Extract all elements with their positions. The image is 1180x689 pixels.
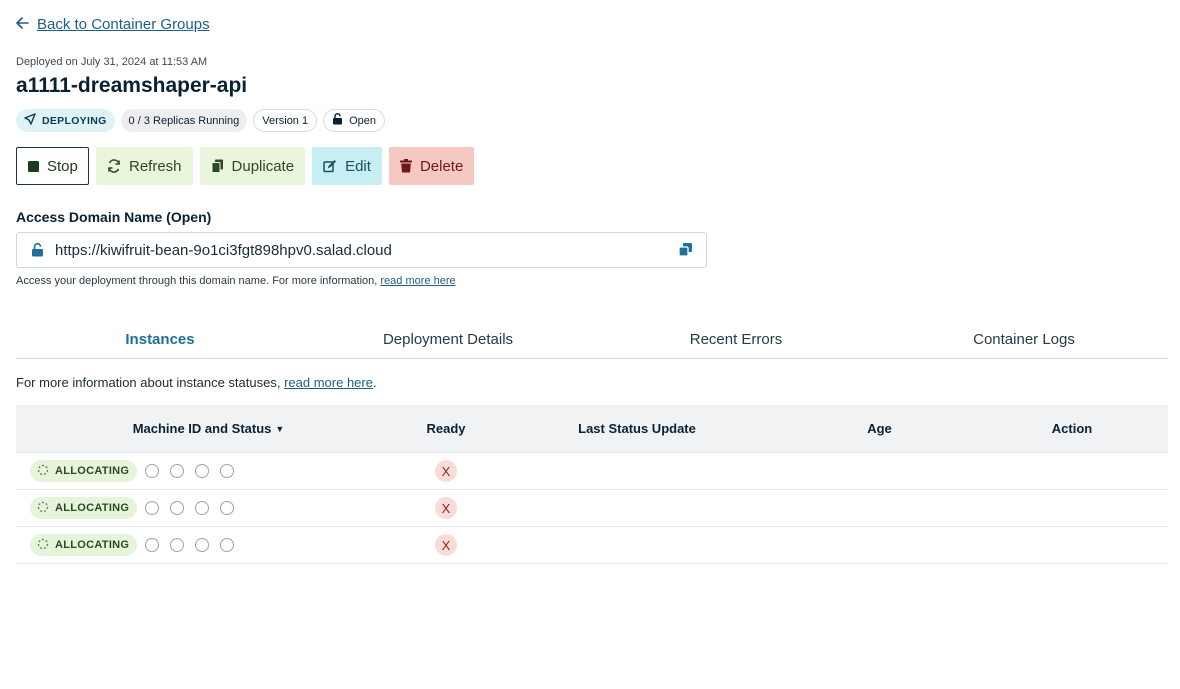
- ready-cell: X: [401, 460, 491, 482]
- machine-cell: ALLOCATING: [16, 497, 401, 519]
- access-label: Open: [349, 114, 377, 127]
- table-row: ALLOCATING X: [16, 490, 1168, 527]
- unlock-icon: [31, 242, 45, 257]
- edit-label: Edit: [345, 157, 371, 175]
- table-row: ALLOCATING X: [16, 527, 1168, 564]
- tab-instances[interactable]: Instances: [16, 322, 304, 358]
- column-header-last-status-update: Last Status Update: [578, 421, 696, 436]
- copy-icon: [211, 159, 224, 173]
- progress-dot: [220, 501, 235, 515]
- progress-dots: [145, 538, 235, 552]
- not-ready-icon: X: [435, 497, 457, 519]
- progress-dots: [145, 464, 235, 478]
- back-to-container-groups-link[interactable]: Back to Container Groups: [16, 16, 210, 33]
- domain-help-label: Access your deployment through this doma…: [16, 275, 378, 287]
- send-icon: [24, 113, 36, 128]
- access-domain-field: https://kiwifruit-bean-9o1ci3fgt898hpv0.…: [16, 232, 707, 268]
- progress-dot: [195, 464, 210, 478]
- column-header-action: Action: [1051, 421, 1093, 436]
- copy-url-icon[interactable]: [678, 242, 694, 258]
- status-badges: DEPLOYING 0 / 3 Replicas Running Version…: [16, 109, 386, 132]
- back-link-label[interactable]: Back to Container Groups: [37, 16, 210, 33]
- ready-cell: X: [401, 534, 491, 556]
- stop-button[interactable]: Stop: [16, 147, 89, 185]
- progress-dots: [145, 501, 235, 515]
- instance-read-more-link[interactable]: read more here: [284, 375, 373, 390]
- arrow-left-icon: [16, 17, 29, 32]
- sort-caret-icon[interactable]: ▼: [275, 424, 284, 434]
- refresh-label: Refresh: [129, 157, 182, 175]
- spinner-icon: [37, 464, 49, 479]
- allocating-label: ALLOCATING: [55, 465, 130, 477]
- progress-dot: [220, 538, 235, 552]
- tab-recent-errors[interactable]: Recent Errors: [592, 322, 880, 358]
- not-ready-icon: X: [435, 534, 457, 556]
- refresh-icon: [107, 159, 121, 173]
- progress-dot: [145, 538, 160, 552]
- instances-table: Machine ID and Status ▼ Ready Last Statu…: [16, 405, 1168, 564]
- column-header-machine[interactable]: Machine ID and Status ▼: [16, 421, 401, 436]
- edit-button[interactable]: Edit: [312, 147, 382, 185]
- deploying-label: DEPLOYING: [42, 114, 107, 127]
- table-row: ALLOCATING X: [16, 453, 1168, 490]
- progress-dot: [170, 501, 185, 515]
- column-header-machine-label: Machine ID and Status: [132, 421, 272, 436]
- tab-deployment-details[interactable]: Deployment Details: [304, 322, 592, 358]
- duplicate-label: Duplicate: [231, 157, 295, 175]
- progress-dot: [145, 464, 160, 478]
- page-title: a1111-dreamshaper-api: [16, 74, 248, 97]
- spinner-icon: [37, 501, 49, 516]
- unlock-icon: [332, 113, 343, 128]
- column-header-ready: Ready: [426, 421, 466, 436]
- allocating-status-badge: ALLOCATING: [30, 497, 138, 519]
- replicas-badge: 0 / 3 Replicas Running: [120, 109, 248, 132]
- deployed-timestamp: Deployed on July 31, 2024 at 11:53 AM: [16, 56, 208, 68]
- refresh-button[interactable]: Refresh: [96, 147, 193, 185]
- access-domain-url[interactable]: https://kiwifruit-bean-9o1ci3fgt898hpv0.…: [55, 242, 678, 259]
- delete-label: Delete: [419, 157, 464, 175]
- machine-cell: ALLOCATING: [16, 460, 401, 482]
- spinner-icon: [37, 538, 49, 553]
- stop-icon: [28, 160, 39, 172]
- action-toolbar: Stop Refresh Duplicate Edit Delete: [16, 147, 475, 185]
- instance-info-text: For more information about instance stat…: [16, 375, 377, 390]
- tab-bar: Instances Deployment Details Recent Erro…: [16, 322, 1168, 359]
- allocating-label: ALLOCATING: [55, 502, 130, 514]
- allocating-status-badge: ALLOCATING: [30, 534, 138, 556]
- stop-label: Stop: [47, 157, 78, 175]
- access-badge: Open: [323, 109, 386, 132]
- domain-help-text: Access your deployment through this doma…: [16, 275, 456, 287]
- progress-dot: [170, 464, 185, 478]
- allocating-status-badge: ALLOCATING: [30, 460, 138, 482]
- progress-dot: [195, 501, 210, 515]
- tab-container-logs[interactable]: Container Logs: [880, 322, 1168, 358]
- progress-dot: [145, 501, 160, 515]
- version-badge: Version 1: [253, 109, 318, 132]
- edit-icon: [323, 159, 337, 173]
- deploying-status-badge: DEPLOYING: [16, 109, 115, 132]
- progress-dot: [195, 538, 210, 552]
- not-ready-icon: X: [435, 460, 457, 482]
- access-domain-label: Access Domain Name (Open): [16, 209, 212, 225]
- delete-button[interactable]: Delete: [388, 147, 475, 185]
- ready-cell: X: [401, 497, 491, 519]
- instance-info-label: For more information about instance stat…: [16, 375, 281, 390]
- instance-info-suffix: .: [372, 375, 377, 390]
- machine-cell: ALLOCATING: [16, 534, 401, 556]
- column-header-age: Age: [867, 421, 892, 436]
- allocating-label: ALLOCATING: [55, 539, 130, 551]
- domain-read-more-link[interactable]: read more here: [380, 275, 455, 287]
- trash-icon: [399, 159, 412, 173]
- progress-dot: [170, 538, 185, 552]
- progress-dot: [220, 464, 235, 478]
- table-header: Machine ID and Status ▼ Ready Last Statu…: [16, 405, 1168, 453]
- duplicate-button[interactable]: Duplicate: [199, 147, 306, 185]
